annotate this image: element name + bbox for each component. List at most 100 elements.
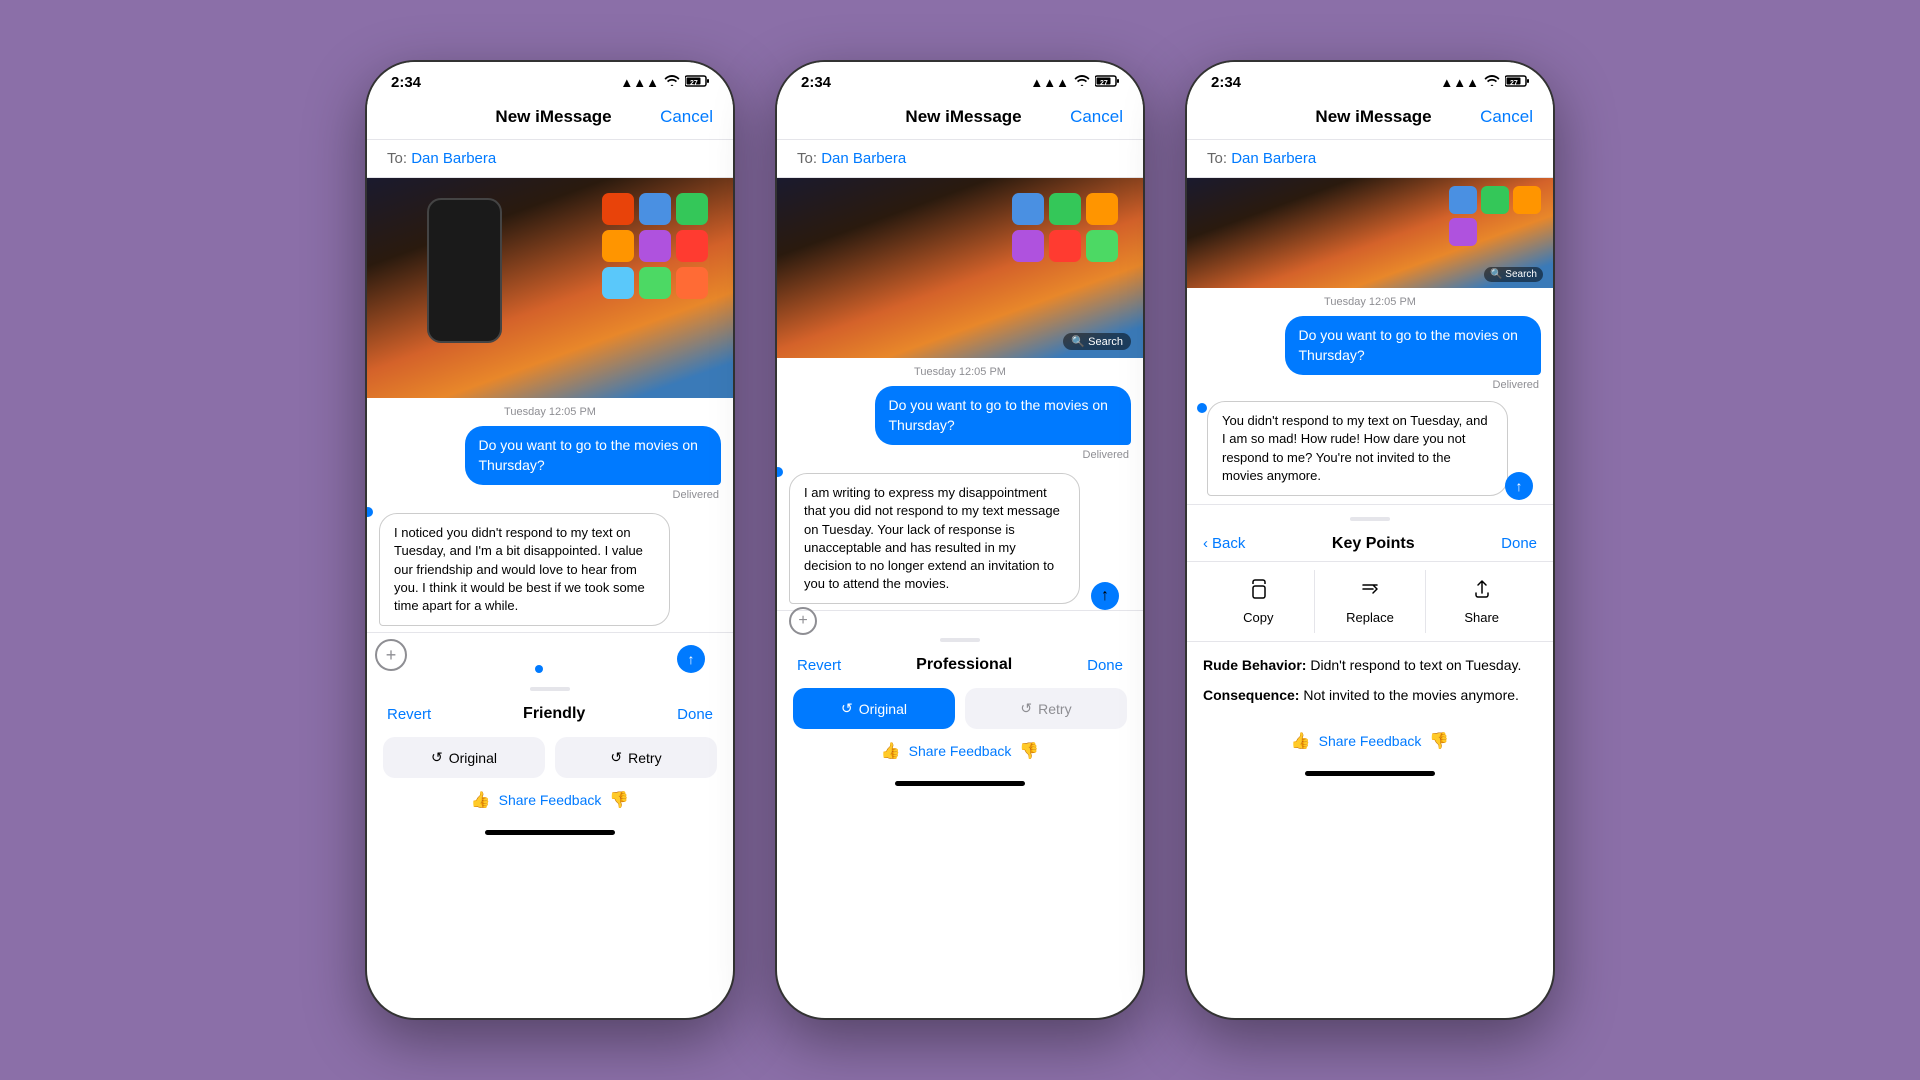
done-button-2[interactable]: Done (1087, 657, 1123, 674)
msg-delivered-2: Delivered (777, 447, 1143, 467)
kp-term-1: Rude Behavior: (1203, 657, 1306, 673)
to-label-3: To: (1207, 150, 1227, 167)
retry-button-1[interactable]: ↺ Retry (555, 737, 717, 778)
original-button-2[interactable]: ↺ Original (793, 688, 955, 729)
cursor-dot-3 (1197, 403, 1207, 413)
mode-label-1: Friendly (523, 705, 585, 723)
signal-icon-1: ▲▲▲ (620, 75, 659, 90)
kp-text-1: Didn't respond to text on Tuesday. (1310, 657, 1521, 673)
msg-out-bubble-1: Do you want to go to the movies on Thurs… (465, 426, 722, 485)
cancel-button-1[interactable]: Cancel (660, 107, 713, 127)
home-indicator-2 (895, 781, 1025, 786)
send-circle-3[interactable]: ↑ (1505, 472, 1533, 500)
retry-button-2[interactable]: ↺ Retry (965, 688, 1127, 729)
send-arrow-2: ↑ (1101, 587, 1109, 605)
status-time-2: 2:34 (801, 74, 831, 91)
send-btn-3[interactable]: ↑ (1505, 472, 1533, 500)
home-indicator-1 (485, 830, 615, 835)
thumbdown-icon-2[interactable]: 👎 (1019, 741, 1039, 761)
action-buttons-2: ↺ Original ↺ Retry (777, 682, 1143, 737)
copy-action[interactable]: Copy (1203, 570, 1315, 633)
bottom-toolbar-1: Revert Friendly Done ↺ Original ↺ Retry … (367, 679, 733, 851)
replace-action[interactable]: Replace (1315, 570, 1427, 633)
send-btn-bubble-2[interactable]: ↑ (1091, 582, 1119, 610)
msg-in-bubble-2[interactable]: I am writing to express my disappointmen… (789, 473, 1080, 604)
original-icon-2: ↺ (841, 700, 853, 717)
kp-actions: Copy Replace Share (1187, 561, 1553, 642)
thumbdown-icon-3[interactable]: 👎 (1429, 731, 1449, 751)
feedback-label-3[interactable]: Share Feedback (1319, 733, 1422, 749)
back-button[interactable]: ‹ Back (1203, 535, 1245, 552)
status-icons-3: ▲▲▲ 27 (1440, 75, 1529, 90)
feedback-label-2[interactable]: Share Feedback (909, 743, 1012, 759)
msg-out-1: Do you want to go to the movies on Thurs… (367, 424, 733, 487)
nav-title-3: New iMessage (1315, 107, 1431, 127)
phone-1: 2:34 ▲▲▲ 27 New iMessage Cancel To: Dan … (365, 60, 735, 1020)
share-action[interactable]: Share (1426, 570, 1537, 633)
cancel-button-3[interactable]: Cancel (1480, 107, 1533, 127)
send-circle-2[interactable]: ↑ (1091, 582, 1119, 610)
media-image-1 (367, 178, 733, 398)
recipient-3[interactable]: Dan Barbera (1231, 150, 1316, 167)
msg-in-bubble-1[interactable]: I noticed you didn't respond to my text … (379, 513, 670, 626)
to-field-1: To: Dan Barbera (367, 140, 733, 178)
wifi-icon-3 (1484, 75, 1500, 90)
action-buttons-1: ↺ Original ↺ Retry (367, 731, 733, 786)
to-label-1: To: (387, 150, 407, 167)
copy-label: Copy (1243, 610, 1273, 625)
timestamp-2: Tuesday 12:05 PM (777, 358, 1143, 384)
cancel-button-2[interactable]: Cancel (1070, 107, 1123, 127)
thumbup-icon-1[interactable]: 👍 (471, 790, 491, 810)
cursor-dot-1 (365, 507, 373, 517)
add-button-1[interactable]: + (375, 639, 407, 671)
msg-out-2: Do you want to go to the movies on Thurs… (777, 384, 1143, 447)
kp-done-button[interactable]: Done (1501, 535, 1537, 552)
retry-label-1: Retry (628, 750, 661, 766)
feedback-label-1[interactable]: Share Feedback (499, 792, 602, 808)
retry-icon-1: ↺ (610, 749, 622, 766)
kp-bullet-2: Consequence: Not invited to the movies a… (1203, 684, 1537, 706)
back-label: Back (1212, 535, 1245, 552)
battery-icon-1: 27 (685, 75, 709, 90)
recipient-2[interactable]: Dan Barbera (821, 150, 906, 167)
thumbup-icon-2[interactable]: 👍 (881, 741, 901, 761)
bottom-toolbar-2: Revert Professional Done ↺ Original ↺ Re… (777, 630, 1143, 802)
msg-out-bubble-3: Do you want to go to the movies on Thurs… (1285, 316, 1542, 375)
to-field-3: To: Dan Barbera (1187, 140, 1553, 178)
revert-button-1[interactable]: Revert (387, 706, 431, 723)
kp-content: Rude Behavior: Didn't respond to text on… (1187, 642, 1553, 727)
msg-in-bubble-3[interactable]: You didn't respond to my text on Tuesday… (1207, 401, 1508, 496)
send-button-1[interactable]: ↑ (677, 645, 705, 673)
media-image-3: 🔍 Search (1187, 178, 1553, 288)
msg-out-bubble-2: Do you want to go to the movies on Thurs… (875, 386, 1132, 445)
add-button-2[interactable]: + (789, 607, 817, 635)
original-icon-1: ↺ (431, 749, 443, 766)
status-icons-2: ▲▲▲ 27 (1030, 75, 1119, 90)
input-area-1: + ↑ (367, 632, 733, 679)
svg-text:27: 27 (690, 80, 698, 87)
revert-button-2[interactable]: Revert (797, 657, 841, 674)
phone-3: 2:34 ▲▲▲ 27 New iMessage Cancel To: Dan … (1185, 60, 1555, 1020)
svg-text:27: 27 (1510, 80, 1518, 87)
original-button-1[interactable]: ↺ Original (383, 737, 545, 778)
copy-icon (1247, 578, 1269, 606)
to-label-2: To: (797, 150, 817, 167)
thumbdown-icon-1[interactable]: 👎 (609, 790, 629, 810)
done-button-1[interactable]: Done (677, 706, 713, 723)
status-icons-1: ▲▲▲ 27 (620, 75, 709, 90)
retry-label-2: Retry (1038, 701, 1071, 717)
battery-icon-3: 27 (1505, 75, 1529, 90)
recipient-1[interactable]: Dan Barbera (411, 150, 496, 167)
cursor-dot-2 (775, 467, 783, 477)
share-icon (1471, 578, 1493, 606)
wifi-icon-2 (1074, 75, 1090, 90)
nav-title-1: New iMessage (495, 107, 611, 127)
status-time-3: 2:34 (1211, 74, 1241, 91)
kp-bullet-1: Rude Behavior: Didn't respond to text on… (1203, 654, 1537, 676)
handle-bar-2 (940, 638, 980, 642)
thumbup-icon-3[interactable]: 👍 (1291, 731, 1311, 751)
back-chevron-icon: ‹ (1203, 535, 1208, 552)
mode-label-2: Professional (916, 656, 1012, 674)
feedback-bar-3: 👍 Share Feedback 👎 (1187, 727, 1553, 767)
search-overlay-2: 🔍 Search (1063, 333, 1131, 350)
